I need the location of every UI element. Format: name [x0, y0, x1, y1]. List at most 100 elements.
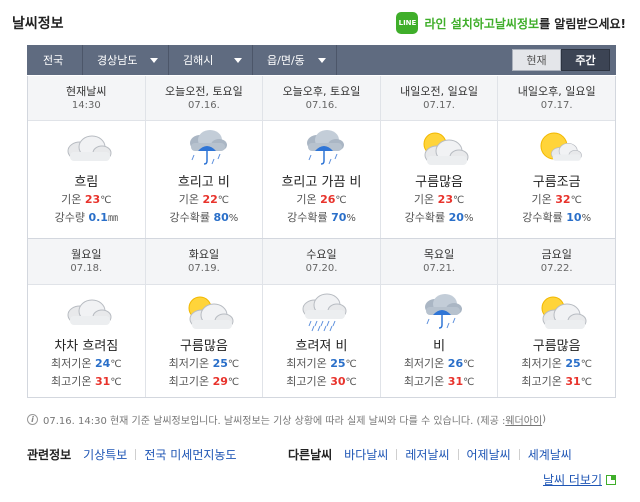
precip-value: 20: [448, 211, 464, 224]
cloudy-icon: [56, 127, 116, 169]
region-country[interactable]: 전국: [27, 45, 83, 75]
max-temp-label: 최고기온: [521, 375, 566, 388]
precip-value: 0.1: [88, 211, 108, 224]
temp-unit: ℃: [227, 359, 240, 370]
sun-cloud-icon: [527, 291, 587, 333]
more-weather-link[interactable]: 날씨 더보기: [543, 471, 616, 488]
forecast-cell-header: 금요일 07.22.: [498, 239, 615, 285]
forecast-date: 07.21.: [423, 263, 455, 274]
provider-link[interactable]: 웨더아이: [505, 412, 542, 427]
temperature-value: 22: [202, 193, 218, 206]
precip-label: 강수확률: [404, 211, 449, 224]
chevron-down-icon: [234, 58, 242, 63]
other-weather: 다른날씨 바다날씨 레저날씨 어제날씨 세계날씨: [288, 446, 572, 463]
forecast-period: 내일오후, 일요일: [517, 85, 596, 98]
external-link-icon: [606, 474, 616, 485]
line-promo-text-1: 라인 설치하고: [424, 16, 495, 31]
forecast-date: 07.16.: [187, 100, 220, 111]
forecast-date: 07.19.: [187, 263, 220, 274]
max-temp-label: 최고기온: [168, 375, 213, 388]
weather-warning-link[interactable]: 기상특보: [83, 446, 127, 463]
world-weather-link[interactable]: 세계날씨: [528, 446, 572, 463]
temperature-label: 기온: [61, 193, 85, 206]
forecast-date: 07.17.: [540, 100, 573, 111]
line-icon: LINE: [396, 12, 419, 34]
forecast-cell-header: 오늘오후, 토요일 07.16.: [263, 76, 380, 121]
forecast-cell: 수요일 07.20. 흐려져 비 최저기온 25℃ 최고기온 30℃: [263, 239, 381, 397]
forecast-condition: 흐려져 비: [295, 339, 348, 354]
min-temp-line: 최저기온 26℃: [381, 355, 498, 373]
yesterday-weather-link[interactable]: 어제날씨: [467, 446, 511, 463]
forecast-cell: 금요일 07.22. 구름많음 최저기온 25℃ 최고기온 31℃: [498, 239, 615, 397]
region-navbar: 전국 경상남도 김해시 읍/면/동 현재 주간: [27, 45, 616, 75]
region-province-label: 경상남도: [97, 54, 138, 67]
precip-line: 강수확률 20%: [381, 209, 498, 227]
temperature-value: 32: [555, 193, 571, 206]
precip-label: 강수확률: [287, 211, 332, 224]
tab-current[interactable]: 현재: [512, 49, 561, 71]
line-promo-link[interactable]: LINE 라인 설치하고 날씨정보 를 알림받으세요!: [396, 12, 626, 34]
forecast-cell: 화요일 07.19. 구름많음 최저기온 25℃ 최고기온 29℃: [145, 239, 264, 397]
temp-unit: ℃: [227, 377, 240, 388]
forecast-condition: 흐리고 비: [177, 175, 230, 190]
min-temp-value: 24: [95, 357, 111, 370]
min-temp-label: 최저기온: [403, 357, 448, 370]
forecast-date: 07.20.: [305, 263, 338, 274]
min-temp-label: 최저기온: [51, 357, 96, 370]
region-town-select[interactable]: 읍/면/동: [253, 45, 337, 75]
related-heading: 관련정보: [27, 448, 72, 462]
forecast-day: 화요일: [188, 248, 220, 261]
forecast-date: 07.18.: [70, 263, 103, 274]
max-temp-line: 최고기온 29℃: [146, 373, 263, 391]
min-temp-line: 최저기온 25℃: [263, 355, 380, 373]
precip-unit: %: [581, 213, 592, 224]
precip-unit: ㎜: [107, 213, 118, 224]
tab-weekly[interactable]: 주간: [561, 49, 610, 71]
forecast-row-weekly: 월요일 07.18. 차차 흐려짐 최저기온 24 ℃ 최고기온 31℃ 화요일 …: [28, 239, 615, 397]
precip-label: 강수확률: [169, 211, 214, 224]
forecast-cell: 목요일 07.21. 비 최저기온 26℃ 최고기온 31℃: [380, 239, 499, 397]
sea-weather-link[interactable]: 바다날씨: [344, 446, 388, 463]
max-temp-line: 최고기온 30℃: [263, 373, 380, 391]
precip-unit: %: [463, 213, 474, 224]
region-province-select[interactable]: 경상남도: [83, 45, 169, 75]
forecast-cell-header: 수요일 07.20.: [263, 239, 380, 285]
temperature-unit: ℃: [570, 195, 582, 206]
forecast-row-short: 현재날씨 14:30 흐림 기온 23℃ 강수량 0.1㎜ 오늘오전, 토요일 …: [28, 76, 615, 239]
divider: [457, 449, 459, 460]
temperature-unit: ℃: [335, 195, 347, 206]
line-promo-text-3: 를 알림받으세요!: [539, 16, 626, 31]
region-city-select[interactable]: 김해시: [169, 45, 253, 75]
chevron-down-icon: [150, 58, 158, 63]
forecast-period: 오늘오후, 토요일: [282, 85, 361, 98]
temp-unit: ℃: [463, 377, 475, 388]
max-temp-line: 최고기온 31℃: [498, 373, 615, 391]
temperature-unit: ℃: [452, 195, 465, 206]
forecast-cell: 현재날씨 14:30 흐림 기온 23℃ 강수량 0.1㎜: [28, 76, 146, 238]
forecast-condition: 구름많음: [415, 175, 463, 190]
forecast-period: 내일오전, 일요일: [400, 85, 478, 98]
fine-dust-link[interactable]: 전국 미세먼지농도: [144, 446, 236, 463]
min-temp-value: 25: [565, 357, 581, 370]
forecast-date: 07.17.: [423, 100, 455, 111]
forecast-condition: 구름많음: [532, 339, 581, 354]
forecast-condition: 차차 흐려짐: [54, 339, 119, 354]
forecast-cell-header: 내일오전, 일요일 07.17.: [380, 76, 498, 121]
min-temp-label: 최저기온: [168, 357, 213, 370]
forecast-cell: 월요일 07.18. 차차 흐려짐 최저기온 24℃ 최고기온 31℃: [28, 239, 146, 397]
temperature-unit: ℃: [217, 195, 230, 206]
forecast-date: 07.22.: [540, 263, 573, 274]
min-temp-line: 최저기온 25℃: [498, 355, 615, 373]
temperature-label: 기온: [531, 193, 556, 206]
temperature-line: 기온 26℃: [263, 191, 380, 209]
forecast-grid: 현재날씨 14:30 흐림 기온 23℃ 강수량 0.1㎜ 오늘오전, 토요일 …: [27, 76, 616, 398]
forecast-day: 월요일: [71, 248, 102, 261]
min-temp-value: 25: [330, 357, 346, 370]
forecast-cell: 오늘오후, 토요일 07.16. 흐리고 가끔 비 기온 26℃ 강수확률 70…: [263, 76, 381, 238]
temp-unit: ℃: [580, 377, 592, 388]
temp-unit: ℃: [110, 377, 122, 388]
divider: [135, 449, 137, 460]
notice-text: i 07.16. 14:30 현재 기준 날씨정보입니다. 날씨정보는 기상 상…: [27, 412, 546, 427]
leisure-weather-link[interactable]: 레저날씨: [405, 446, 449, 463]
temp-unit: ℃: [345, 377, 357, 388]
